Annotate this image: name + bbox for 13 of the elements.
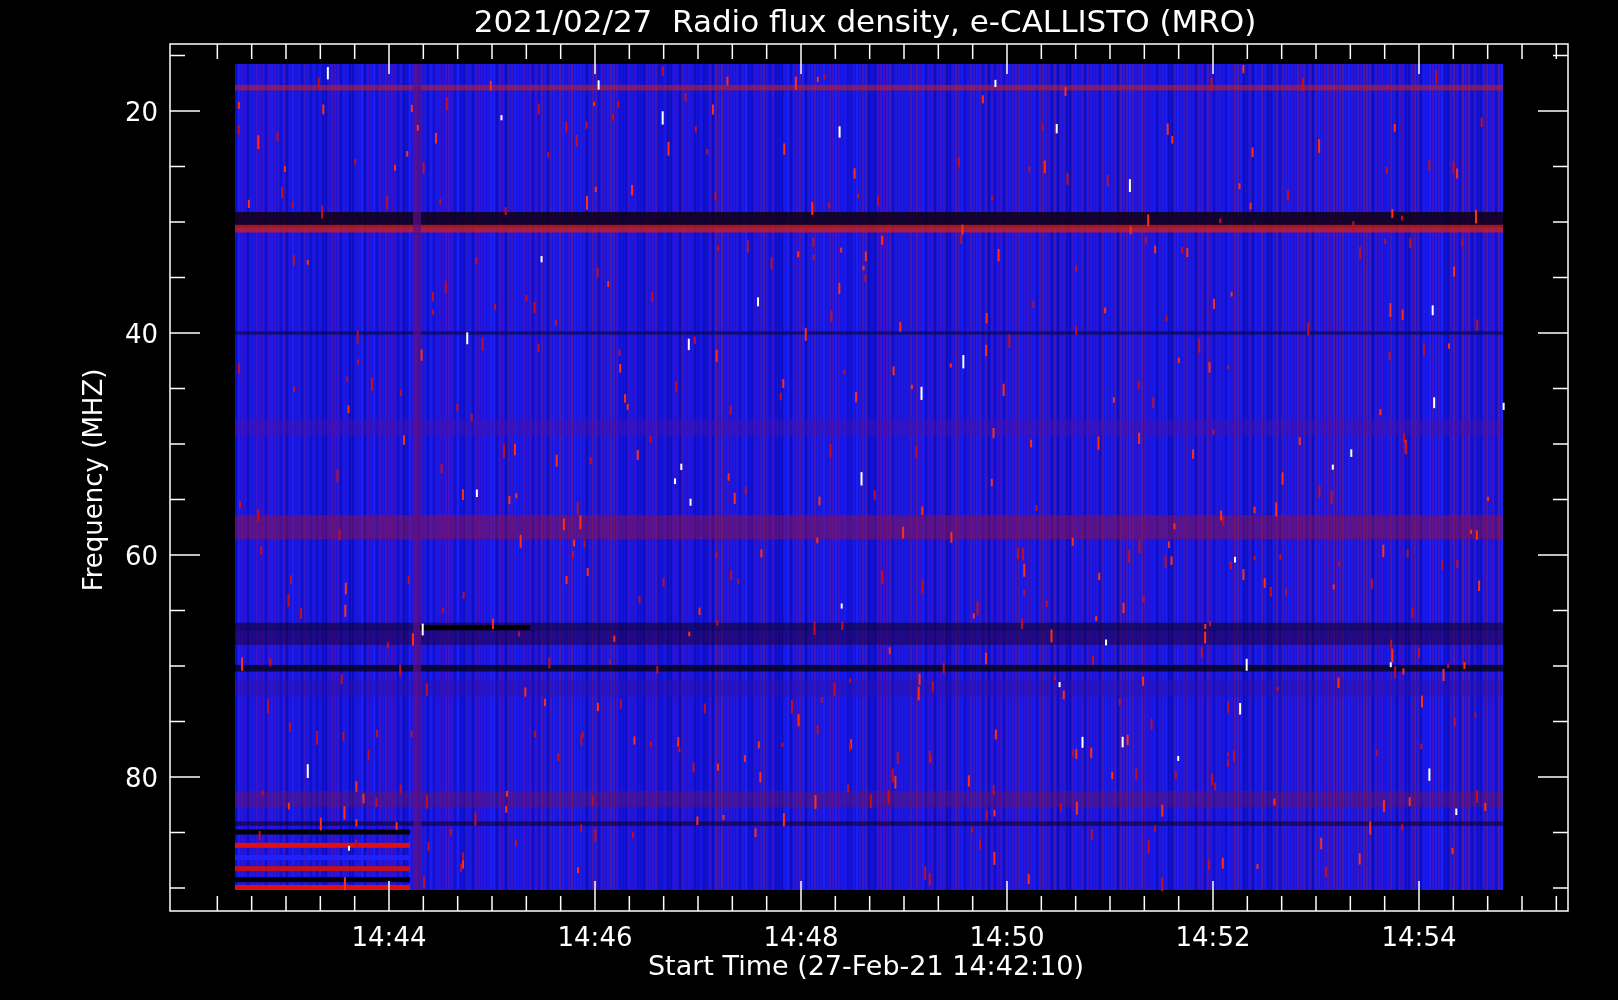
x-tick-label: 14:46 <box>557 922 633 952</box>
y-tick-label: 20 <box>124 97 158 127</box>
x-tick-label: 14:54 <box>1381 922 1457 952</box>
y-tick-label: 80 <box>124 763 158 793</box>
x-tick-label: 14:48 <box>763 922 839 952</box>
chart-title: 2021/02/27 Radio flux density, e-CALLISTO (MRO) <box>473 3 1257 39</box>
x-axis-label: Start Time (27-Feb-21 14:42:10) <box>647 950 1085 981</box>
x-tick-label: 14:50 <box>969 922 1045 952</box>
y-axis-label: Frequency (MHZ) <box>78 368 108 592</box>
y-tick-label: 40 <box>124 319 158 349</box>
y-tick-label: 60 <box>124 541 158 571</box>
x-tick-label: 14:52 <box>1175 922 1251 952</box>
x-tick-label: 14:44 <box>351 922 427 952</box>
